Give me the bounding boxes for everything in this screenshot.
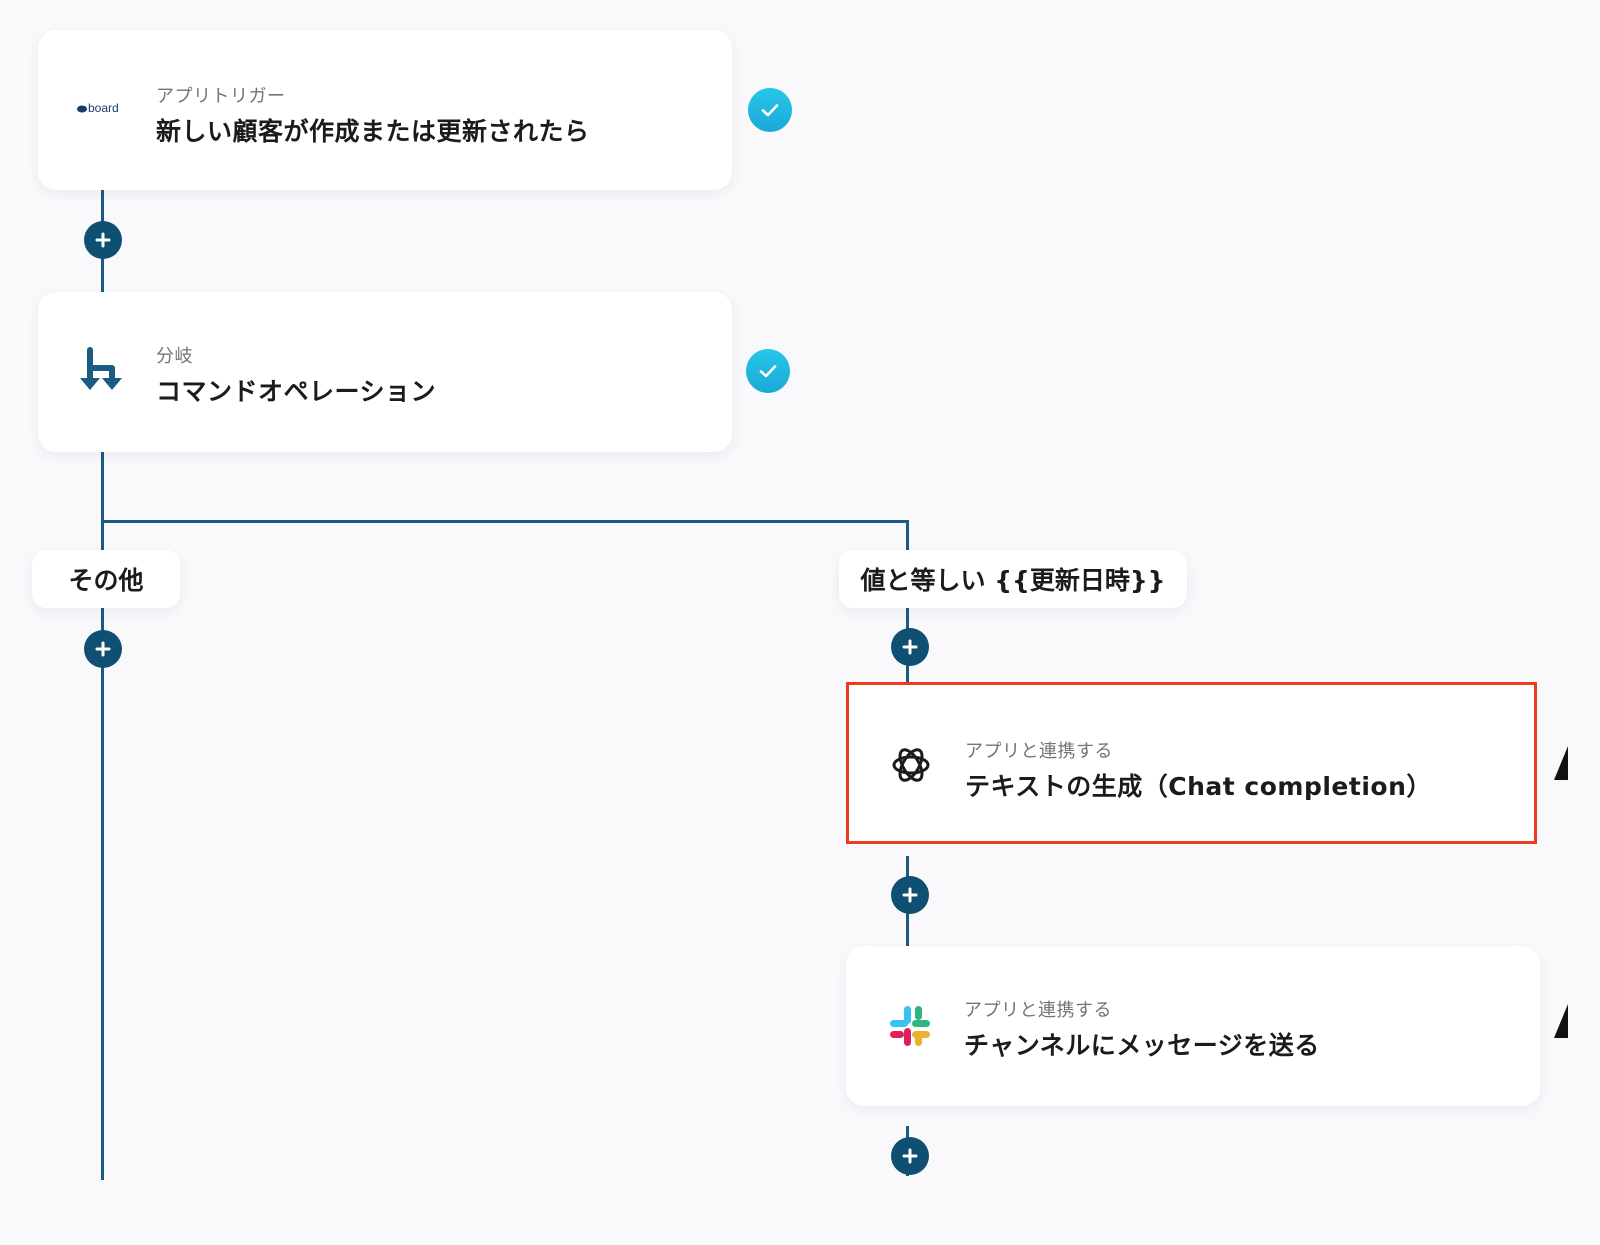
board-logo: board — [76, 98, 130, 118]
trigger-title: 新しい顧客が作成または更新されたら — [156, 117, 590, 146]
cut-off-shape — [1554, 746, 1568, 780]
add-step-button[interactable] — [891, 628, 929, 666]
add-step-button[interactable] — [84, 221, 122, 259]
connector-line — [906, 522, 909, 552]
workflow-canvas: board アプリトリガー 新しい顧客が作成または更新されたら 分岐 コマンドオ… — [0, 0, 1600, 1245]
add-step-button[interactable] — [84, 630, 122, 668]
slack-step-subtitle: アプリと連携する — [964, 1000, 1112, 1021]
plus-icon — [902, 887, 918, 903]
trigger-complete-badge — [748, 88, 792, 132]
svg-text:board: board — [88, 101, 119, 115]
trigger-card[interactable]: board アプリトリガー 新しい顧客が作成または更新されたら — [38, 30, 732, 190]
branch-title: コマンドオペレーション — [156, 377, 437, 406]
slack-step-card[interactable]: アプリと連携する チャンネルにメッセージを送る — [846, 946, 1540, 1106]
plus-icon — [95, 232, 111, 248]
branch-label-condition[interactable]: 値と等しい {{更新日時}} — [839, 550, 1187, 608]
add-step-button[interactable] — [891, 1137, 929, 1175]
chat-step-title: テキストの生成（Chat completion） — [965, 772, 1432, 801]
trigger-subtitle: アプリトリガー — [156, 86, 286, 107]
add-step-button[interactable] — [891, 876, 929, 914]
slack-icon — [888, 1004, 932, 1048]
branch-card[interactable]: 分岐 コマンドオペレーション — [38, 292, 732, 452]
check-icon — [761, 104, 779, 117]
branch-complete-badge — [746, 349, 790, 393]
plus-icon — [902, 1148, 918, 1164]
chat-completion-card[interactable]: アプリと連携する テキストの生成（Chat completion） — [846, 682, 1537, 844]
plus-icon — [95, 641, 111, 657]
plus-icon — [902, 639, 918, 655]
connector-line — [101, 452, 104, 550]
chat-step-subtitle: アプリと連携する — [965, 741, 1113, 762]
slack-step-title: チャンネルにメッセージを送る — [964, 1031, 1320, 1060]
branch-label-other[interactable]: その他 — [32, 550, 180, 608]
cut-off-shape — [1554, 1004, 1568, 1038]
openai-icon — [887, 741, 935, 789]
branch-subtitle: 分岐 — [156, 346, 193, 367]
branch-split-line — [101, 520, 909, 523]
connector-line — [101, 606, 104, 1180]
check-icon — [759, 365, 777, 378]
branch-icon — [78, 346, 128, 398]
